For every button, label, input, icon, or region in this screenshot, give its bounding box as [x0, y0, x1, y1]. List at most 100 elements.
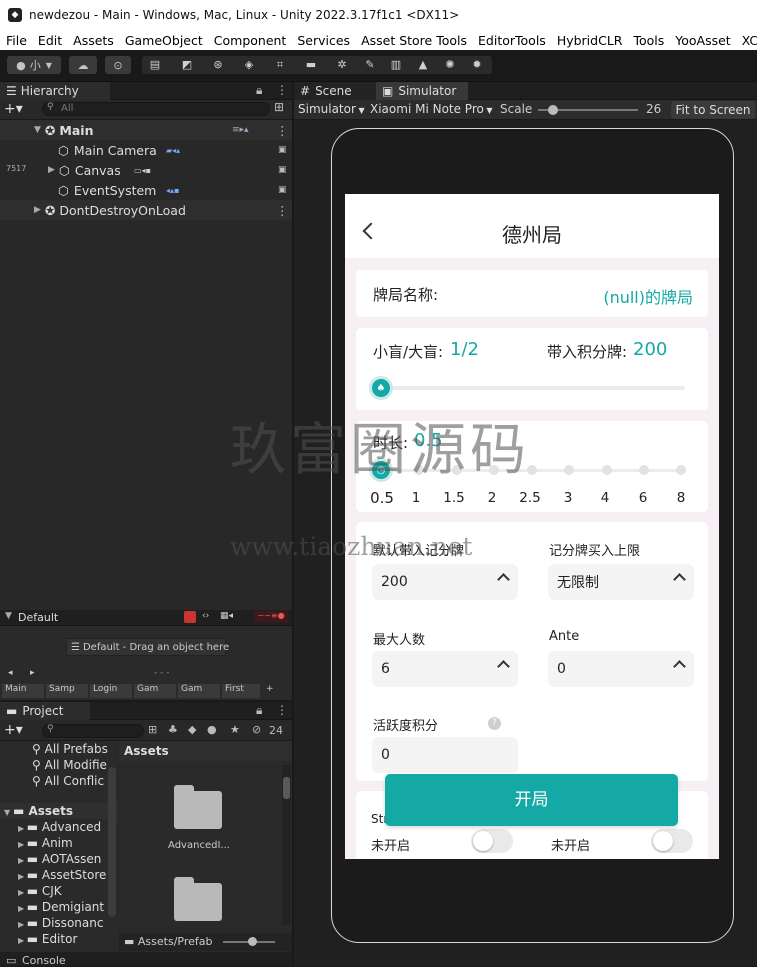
- expand-arrow-icon[interactable]: ▶: [18, 840, 27, 849]
- tab-hierarchy[interactable]: ☰ Hierarchy: [0, 82, 110, 100]
- tool-5-icon[interactable]: ⌗: [271, 58, 289, 72]
- expand-arrow-icon[interactable]: ▶: [34, 205, 41, 215]
- add-object-button[interactable]: +▾: [4, 101, 34, 117]
- duration-stop[interactable]: [564, 465, 574, 475]
- duration-stop[interactable]: [639, 465, 649, 475]
- favorite-all-modified[interactable]: ⚲ All Modifie: [32, 757, 107, 773]
- prev-arrow-icon[interactable]: ◂: [8, 668, 13, 678]
- search-options-icon[interactable]: ⊞: [274, 100, 284, 114]
- menu-xc[interactable]: XC: [736, 33, 757, 48]
- expand-arrow-icon[interactable]: ▶: [18, 920, 27, 929]
- mode-dropdown[interactable]: Simulator ▼: [298, 102, 365, 118]
- tree-scrollbar[interactable]: [108, 767, 116, 917]
- hierarchy-item-eventsystem[interactable]: ⬡ EventSystem ◂▴▪ ▣: [0, 180, 292, 200]
- info-icon[interactable]: ●: [207, 723, 217, 736]
- favorite-all-prefabs[interactable]: ⚲ All Prefabs: [32, 741, 108, 757]
- code-icon[interactable]: ‹›: [202, 611, 209, 621]
- toggle-left-switch[interactable]: [471, 829, 513, 853]
- scene-menu-icon[interactable]: ⋮: [276, 123, 289, 138]
- toggle-right-switch[interactable]: [651, 829, 693, 853]
- kebab-menu-icon[interactable]: ⋮: [276, 83, 288, 97]
- duration-stop[interactable]: [602, 465, 612, 475]
- duration-tick[interactable]: 1: [401, 490, 431, 506]
- scene-tab-game-1[interactable]: Gam: [134, 684, 176, 698]
- filter-icon[interactable]: ♣: [168, 723, 178, 736]
- folder-icon[interactable]: [174, 785, 222, 829]
- duration-stop[interactable]: [489, 465, 499, 475]
- hidden-count-icon[interactable]: ⊘: [252, 723, 261, 736]
- expand-arrow-icon[interactable]: ▶: [48, 165, 55, 175]
- hierarchy-item-main-camera[interactable]: ⬡ Main Camera ▰◂▴ ▣: [0, 140, 292, 160]
- project-search-input[interactable]: [42, 724, 144, 738]
- menu-gameobject[interactable]: GameObject: [119, 33, 208, 48]
- expand-arrow-icon[interactable]: ▶: [18, 936, 27, 945]
- asset-scrollbar[interactable]: [282, 765, 291, 925]
- tab-simulator[interactable]: ▣ Simulator: [376, 82, 468, 100]
- default-buyin-select[interactable]: 200: [372, 564, 518, 600]
- duration-tick[interactable]: 6: [628, 490, 658, 506]
- scene-tab-main[interactable]: Main: [2, 684, 44, 698]
- menu-edit[interactable]: Edit: [32, 33, 67, 48]
- max-players-select[interactable]: 6: [372, 651, 518, 687]
- scene-menu-icon[interactable]: ⋮: [276, 203, 289, 218]
- buyin-limit-select[interactable]: 无限制: [548, 564, 694, 600]
- cloud-button[interactable]: ☁: [69, 56, 97, 74]
- scrollbar-thumb[interactable]: [283, 777, 290, 799]
- duration-stop[interactable]: [527, 465, 537, 475]
- visibility-icon[interactable]: ▣: [278, 165, 287, 175]
- duration-tick[interactable]: 0.5: [367, 489, 397, 507]
- gear-tool-icon[interactable]: ✲: [333, 58, 351, 72]
- folder-tool-icon[interactable]: ▬: [302, 58, 320, 72]
- help-icon[interactable]: ?: [488, 717, 501, 730]
- expand-arrow-icon[interactable]: ▶: [18, 824, 27, 833]
- tool-2-icon[interactable]: ◩: [178, 58, 196, 72]
- scale-slider[interactable]: [538, 105, 638, 115]
- grid-icon[interactable]: ▦◂: [220, 611, 233, 621]
- duration-tick[interactable]: 2.5: [515, 490, 545, 506]
- room-name-value[interactable]: (null)的牌局: [603, 284, 693, 308]
- scene-tab-login[interactable]: Login: [90, 684, 132, 698]
- activity-input[interactable]: 0: [372, 737, 518, 773]
- ante-select[interactable]: 0: [548, 651, 694, 687]
- menu-yooasset[interactable]: YooAsset: [669, 33, 735, 48]
- next-arrow-icon[interactable]: ▸: [30, 668, 35, 678]
- hierarchy-item-dontdestroy[interactable]: ▶ ✪ DontDestroyOnLoad ⋮: [0, 200, 292, 220]
- duration-tick[interactable]: 8: [666, 490, 696, 506]
- slider-thumb[interactable]: [248, 937, 257, 946]
- tab-scene[interactable]: # Scene: [294, 82, 376, 100]
- record-icon[interactable]: [184, 611, 196, 623]
- error-indicator-icon[interactable]: −−≡●: [254, 611, 288, 623]
- tool-4-icon[interactable]: ◈: [240, 58, 258, 72]
- duration-stop[interactable]: [452, 465, 462, 475]
- device-dropdown[interactable]: Xiaomi Mi Note Pro ▼: [370, 102, 493, 118]
- expand-arrow-icon[interactable]: ▶: [18, 856, 27, 865]
- scene-tab-first[interactable]: First: [222, 684, 260, 698]
- favorite-star-icon[interactable]: ★: [230, 723, 240, 736]
- fit-to-screen-button[interactable]: Fit to Screen: [671, 101, 755, 119]
- warning-icon[interactable]: ▲: [414, 58, 432, 72]
- menu-services[interactable]: Services: [291, 33, 355, 48]
- create-asset-button[interactable]: +▾: [4, 722, 23, 738]
- tool-1-icon[interactable]: ▤: [146, 58, 164, 72]
- settings-tool-icon[interactable]: ✹: [468, 58, 486, 72]
- duration-stop[interactable]: [676, 465, 686, 475]
- tree-folder-editor[interactable]: ▶ ▬ Editor: [18, 931, 77, 949]
- start-game-button[interactable]: 开局: [385, 774, 678, 826]
- collab-button[interactable]: ⊙: [105, 56, 131, 74]
- scene-tab-game-2[interactable]: Gam: [178, 684, 220, 698]
- expand-arrow-icon[interactable]: ▶: [18, 872, 27, 881]
- duration-tick[interactable]: 2: [477, 490, 507, 506]
- drop-zone[interactable]: ☰ Default - Drag an object here: [66, 638, 229, 656]
- hierarchy-item-main[interactable]: ▼ ✪ Main ≡▸▴ ⋮: [0, 120, 292, 140]
- account-dropdown[interactable]: ● 小 ▼: [7, 56, 61, 74]
- menu-assets[interactable]: Assets: [67, 33, 119, 48]
- visibility-icon[interactable]: ▣: [278, 185, 287, 195]
- hierarchy-item-canvas[interactable]: 7517 ▶ ⬡ Canvas ▭◂▪ ▣: [0, 160, 292, 180]
- expand-arrow-icon[interactable]: ▼: [4, 808, 13, 817]
- chart-tool-icon[interactable]: ▥: [387, 58, 405, 72]
- slider-thumb[interactable]: [548, 105, 558, 115]
- search-by-type-icon[interactable]: ⊞: [148, 723, 157, 736]
- expand-arrow-icon[interactable]: ▶: [18, 888, 27, 897]
- expand-arrow-icon[interactable]: ▶: [18, 904, 27, 913]
- clock-slider-knob[interactable]: ◷: [369, 458, 393, 482]
